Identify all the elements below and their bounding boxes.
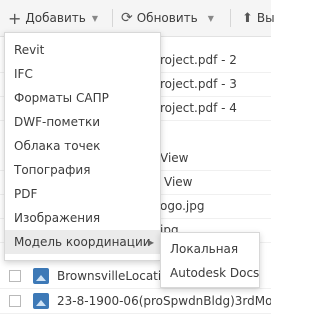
menu-item-label: Модель координации [14, 235, 151, 249]
file-name[interactable]: BrownsvilleLocation [57, 269, 176, 283]
upload-button[interactable]: ⬆ Вы [242, 0, 275, 36]
row-checkbox[interactable] [9, 295, 21, 307]
image-file-icon [33, 268, 49, 284]
image-file-icon [33, 293, 49, 309]
menu-item-revit[interactable]: Revit [5, 38, 160, 62]
file-name[interactable]: 23-8-1900-06(proSpwdnBldg)3rdMonP [57, 294, 271, 308]
file-name[interactable]: View [164, 175, 192, 189]
upload-button-label: Вы [256, 11, 275, 25]
add-button-label: Добавить [25, 11, 86, 25]
menu-item-dwf-markups[interactable]: DWF-пометки [5, 110, 160, 134]
file-name[interactable]: roject.pdf - 4 [160, 101, 237, 115]
coordination-model-submenu: Локальная Autodesk Docs [160, 232, 260, 288]
toolbar-divider [230, 9, 231, 27]
file-name[interactable]: ogo.jpg [160, 199, 204, 213]
chevron-down-icon: ▼ [91, 13, 98, 23]
menu-item-point-clouds[interactable]: Облака точек [5, 134, 160, 158]
upload-icon: ⬆ [242, 10, 253, 26]
menu-item-cad-formats[interactable]: Форматы САПР [5, 86, 160, 110]
toolbar-divider [112, 9, 113, 27]
menu-item-ifc[interactable]: IFC [5, 62, 160, 86]
plus-icon: + [8, 8, 22, 28]
row-checkbox[interactable] [9, 270, 21, 282]
submenu-item-local[interactable]: Локальная [161, 237, 259, 261]
menu-item-images[interactable]: Изображения [5, 206, 160, 230]
refresh-icon: ⟳ [121, 10, 133, 26]
file-name[interactable]: roject.pdf - 3 [160, 77, 237, 91]
refresh-button-label: Обновить [136, 11, 198, 25]
add-button[interactable]: + Добавить ▼ [8, 0, 98, 36]
file-name[interactable]: roject.pdf - 2 [160, 53, 237, 67]
chevron-right-icon: ▶ [147, 237, 154, 247]
submenu-item-autodesk-docs[interactable]: Autodesk Docs [161, 261, 259, 285]
menu-item-topography[interactable]: Топография [5, 158, 160, 182]
file-name[interactable]: View [160, 151, 188, 165]
chevron-down-icon: ▼ [207, 13, 214, 23]
menu-item-coordination-model[interactable]: Модель координации ▶ [5, 230, 160, 254]
add-dropdown-menu: Revit IFC Форматы САПР DWF-пометки Облак… [4, 32, 161, 261]
menu-item-pdf[interactable]: PDF [5, 182, 160, 206]
refresh-button[interactable]: ⟳ Обновить ▼ [121, 0, 214, 36]
